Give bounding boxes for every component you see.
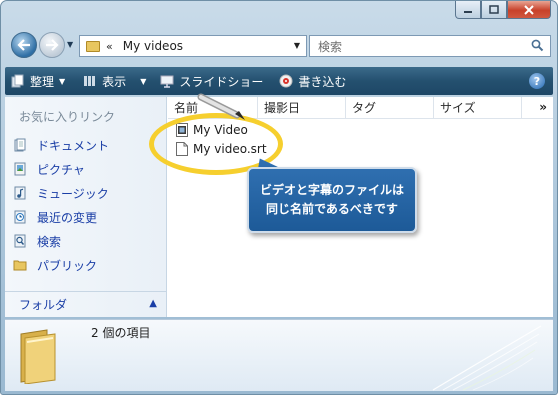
- pictures-icon: [14, 162, 26, 176]
- help-icon: ?: [533, 74, 541, 88]
- organize-label: 整理: [30, 74, 55, 89]
- burn-disc-icon: [279, 74, 293, 88]
- forward-button[interactable]: [39, 32, 65, 58]
- slideshow-button[interactable]: スライドショー: [154, 67, 269, 95]
- minimize-icon: [464, 10, 472, 13]
- maximize-button[interactable]: [481, 1, 507, 19]
- chevron-down-icon: ▼: [140, 76, 147, 86]
- back-button[interactable]: [11, 32, 37, 58]
- favorite-links-list: ドキュメント ピクチャ ミュージック 最近の変更 検索 パブリック: [13, 133, 109, 277]
- fav-item-public[interactable]: パブリック: [13, 253, 109, 277]
- decorative-streaks: [432, 325, 542, 391]
- views-icon: [84, 76, 96, 86]
- pen-pointer-icon: [197, 93, 245, 120]
- folders-label: フォルダ: [19, 298, 68, 312]
- help-button[interactable]: ?: [529, 73, 545, 89]
- fav-item-pictures[interactable]: ピクチャ: [13, 157, 109, 181]
- callout-line-1: ビデオと字幕のファイルは: [259, 183, 404, 197]
- recent-changes-icon: [14, 210, 26, 224]
- caption-buttons: [455, 1, 551, 19]
- burn-label: 書き込む: [298, 74, 347, 89]
- maximize-icon: [489, 5, 499, 14]
- burn-button[interactable]: 書き込む: [273, 67, 352, 95]
- fav-item-label: 検索: [37, 234, 62, 249]
- column-size[interactable]: サイズ: [434, 97, 522, 118]
- large-folder-icon: [20, 329, 56, 384]
- close-button[interactable]: [507, 1, 551, 19]
- annotation-callout: ビデオと字幕のファイルは 同じ名前であるべきです: [247, 167, 417, 233]
- search-input[interactable]: 検索: [318, 38, 342, 55]
- slideshow-icon: [160, 75, 174, 88]
- organize-icon: [11, 74, 24, 88]
- column-date-taken[interactable]: 撮影日: [258, 97, 346, 118]
- chevron-up-icon[interactable]: ▲: [149, 298, 157, 309]
- views-label: 表示: [102, 74, 127, 89]
- searches-icon: [14, 234, 26, 248]
- close-icon: [524, 4, 534, 15]
- minimize-button[interactable]: [455, 1, 481, 19]
- search-box[interactable]: 検索: [309, 35, 551, 57]
- fav-item-label: ミュージック: [37, 186, 109, 201]
- command-toolbar: 整理 ▼ 表示 ▼ スライドショー 書き込む ?: [5, 67, 553, 95]
- breadcrumb-overflow[interactable]: «: [106, 40, 113, 53]
- fav-item-label: パブリック: [37, 258, 98, 273]
- fav-item-music[interactable]: ミュージック: [13, 181, 109, 205]
- search-icon[interactable]: [531, 39, 544, 52]
- chevron-down-icon: ▼: [59, 76, 66, 86]
- breadcrumb-current[interactable]: My videos: [123, 39, 183, 53]
- slideshow-label: スライドショー: [179, 74, 264, 89]
- fav-item-label: ピクチャ: [37, 162, 85, 177]
- column-tags[interactable]: タグ: [346, 97, 434, 118]
- callout-line-2: 同じ名前であるべきです: [266, 202, 398, 216]
- documents-icon: [14, 138, 26, 152]
- folders-toggle[interactable]: フォルダ ▲: [5, 291, 167, 317]
- fav-item-searches[interactable]: 検索: [13, 229, 109, 253]
- forward-arrow-icon: [46, 39, 59, 51]
- favorite-links-heading: お気に入りリンク: [19, 110, 116, 124]
- item-count: 2 個の項目: [91, 326, 151, 340]
- views-menu[interactable]: 表示 ▼: [77, 67, 152, 95]
- fav-item-documents[interactable]: ドキュメント: [13, 133, 109, 157]
- fav-item-label: ドキュメント: [37, 138, 110, 153]
- fav-item-recent-changes[interactable]: 最近の変更: [13, 205, 109, 229]
- more-columns-button[interactable]: »: [539, 100, 547, 114]
- recent-pages-dropdown[interactable]: ▼: [67, 40, 73, 49]
- navigation-bar: ▼ « My videos ▼ 検索: [9, 29, 551, 63]
- folder-icon: [86, 40, 100, 52]
- organize-menu[interactable]: 整理 ▼: [5, 67, 71, 95]
- back-arrow-icon: [17, 39, 30, 51]
- details-pane: 2 個の項目: [5, 319, 553, 391]
- music-icon: [14, 186, 26, 200]
- public-folder-icon: [13, 260, 27, 271]
- fav-item-label: 最近の変更: [37, 210, 98, 225]
- address-bar[interactable]: « My videos ▼: [79, 35, 307, 57]
- navigation-pane: お気に入りリンク ドキュメント ピクチャ ミュージック 最近の変更 検索 パブリ…: [5, 97, 167, 317]
- address-dropdown-icon[interactable]: ▼: [294, 41, 300, 50]
- explorer-window: ▼ « My videos ▼ 検索 整理 ▼ 表示 ▼ スライドショー 書き込…: [0, 0, 558, 395]
